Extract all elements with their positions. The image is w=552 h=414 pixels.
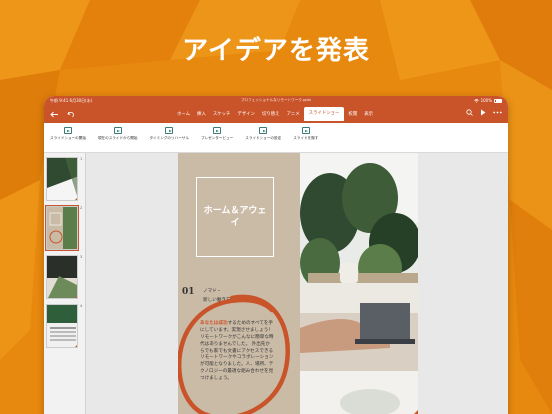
tab-8[interactable]: 校閲 xyxy=(345,108,360,120)
back-arrow-icon[interactable] xyxy=(50,111,59,118)
hide-slide-button[interactable]: スライドを隠す xyxy=(287,127,324,141)
headline: アイデアを発表 xyxy=(182,36,370,66)
tab-row: ホーム 挿入 スケッチ デザイン 切り替え アニメ スライドショー 校閲 表示 xyxy=(44,105,508,123)
document-title[interactable]: プロフェッショナルなリモートワーク.pptx xyxy=(44,98,508,103)
thumbnail-image xyxy=(45,205,79,251)
slide-text-panel: ホーム＆アウェイ 01 ノマド・ 新しい働き方 あなたは成功するためのすべてを手… xyxy=(178,153,300,414)
thumbnail-image xyxy=(46,255,78,299)
slideshow-toolbar: スライドショーの開始 現在のスライドから開始 タイミングのリハーサル プレゼンタービュ… xyxy=(44,123,508,153)
photo-illustration xyxy=(300,153,418,414)
toolbar-label: 現在のスライドから開始 xyxy=(97,136,138,140)
play-slideshow-button[interactable]: スライドショーの開始 xyxy=(44,127,92,141)
slide-body-text: あなたは成功するためのすべてを手にしています。実現させましょう！ リモートワーク… xyxy=(200,321,274,383)
thumbnail-image xyxy=(46,304,78,348)
body-rest: するためのすべてを手にしています。実現させましょう！ リモートワークがこんなに簡… xyxy=(200,321,274,382)
workspace: 1 2 3 4 ホーム＆アウェイ 01 ノマド・ 新しい働き方 あなたは成功するための… xyxy=(44,153,508,414)
tab-5[interactable]: 切り替え xyxy=(259,108,283,120)
ribbon-tabs: ホーム 挿入 スケッチ デザイン 切り替え アニメ スライドショー 校閲 表示 xyxy=(174,107,376,121)
tab-4[interactable]: デザイン xyxy=(234,108,258,120)
current-slide[interactable]: ホーム＆アウェイ 01 ノマド・ 新しい働き方 あなたは成功するためのすべてを手… xyxy=(178,153,418,414)
nav-icons xyxy=(50,111,75,118)
ipad-frame: 午前 9:41 6月30日(水) 100% プロフェッショナルなリモートワーク.… xyxy=(44,96,508,414)
search-icon[interactable] xyxy=(466,109,473,116)
app-header: 午前 9:41 6月30日(水) 100% プロフェッショナルなリモートワーク.… xyxy=(44,96,508,123)
body-highlight: あなたは成功 xyxy=(200,321,228,326)
toolbar-label: スライドショーの開始 xyxy=(50,136,86,140)
slideshow-settings-icon xyxy=(259,127,268,134)
thumbnail-image xyxy=(46,157,78,201)
tab-6[interactable]: アニメ xyxy=(284,108,303,120)
slideshow-settings-button[interactable]: スライドショーの設定 xyxy=(239,127,287,141)
toolbar-label: スライドを隠す xyxy=(293,136,319,140)
toolbar-label: プレゼンタービュー xyxy=(200,136,234,140)
thumbnail-number: 1 xyxy=(80,157,83,161)
rehearse-timings-button[interactable]: タイミングのリハーサル xyxy=(143,127,194,141)
tab-7[interactable]: スライドショー xyxy=(303,107,345,121)
rehearse-timings-icon xyxy=(165,127,174,134)
presenter-view-button[interactable]: プレゼンタービュー xyxy=(195,127,239,141)
tab-1[interactable]: ホーム xyxy=(174,108,193,120)
thumbnail-number: 4 xyxy=(80,304,83,308)
slide-corner-accent xyxy=(402,410,418,414)
tab-2[interactable]: 挿入 xyxy=(194,108,209,120)
undo-icon[interactable] xyxy=(67,111,75,118)
slide-photo-plants-laptop xyxy=(300,153,418,414)
presenter-view-icon xyxy=(213,127,222,134)
slide-title[interactable]: ホーム＆アウェイ xyxy=(196,177,274,257)
play-icon[interactable] xyxy=(480,109,486,116)
tab-3[interactable]: スケッチ xyxy=(210,108,234,120)
thumbnail-number: 3 xyxy=(80,255,83,259)
play-slideshow-icon xyxy=(63,127,72,134)
right-icons xyxy=(466,109,502,116)
tab-9[interactable]: 表示 xyxy=(361,108,376,120)
slide-canvas: ホーム＆アウェイ 01 ノマド・ 新しい働き方 あなたは成功するためのすべてを手… xyxy=(86,153,508,414)
thumbnail-pane: 1 2 3 4 xyxy=(44,153,86,414)
toolbar-label: スライドショーの設定 xyxy=(245,136,282,140)
thumbnail-number: 2 xyxy=(80,206,83,210)
hide-slide-icon xyxy=(301,127,310,134)
more-icon[interactable] xyxy=(493,111,502,114)
play-from-current-button[interactable]: 現在のスライドから開始 xyxy=(92,127,144,141)
play-from-current-icon xyxy=(113,127,122,134)
toolbar-label: タイミングのリハーサル xyxy=(149,136,189,140)
